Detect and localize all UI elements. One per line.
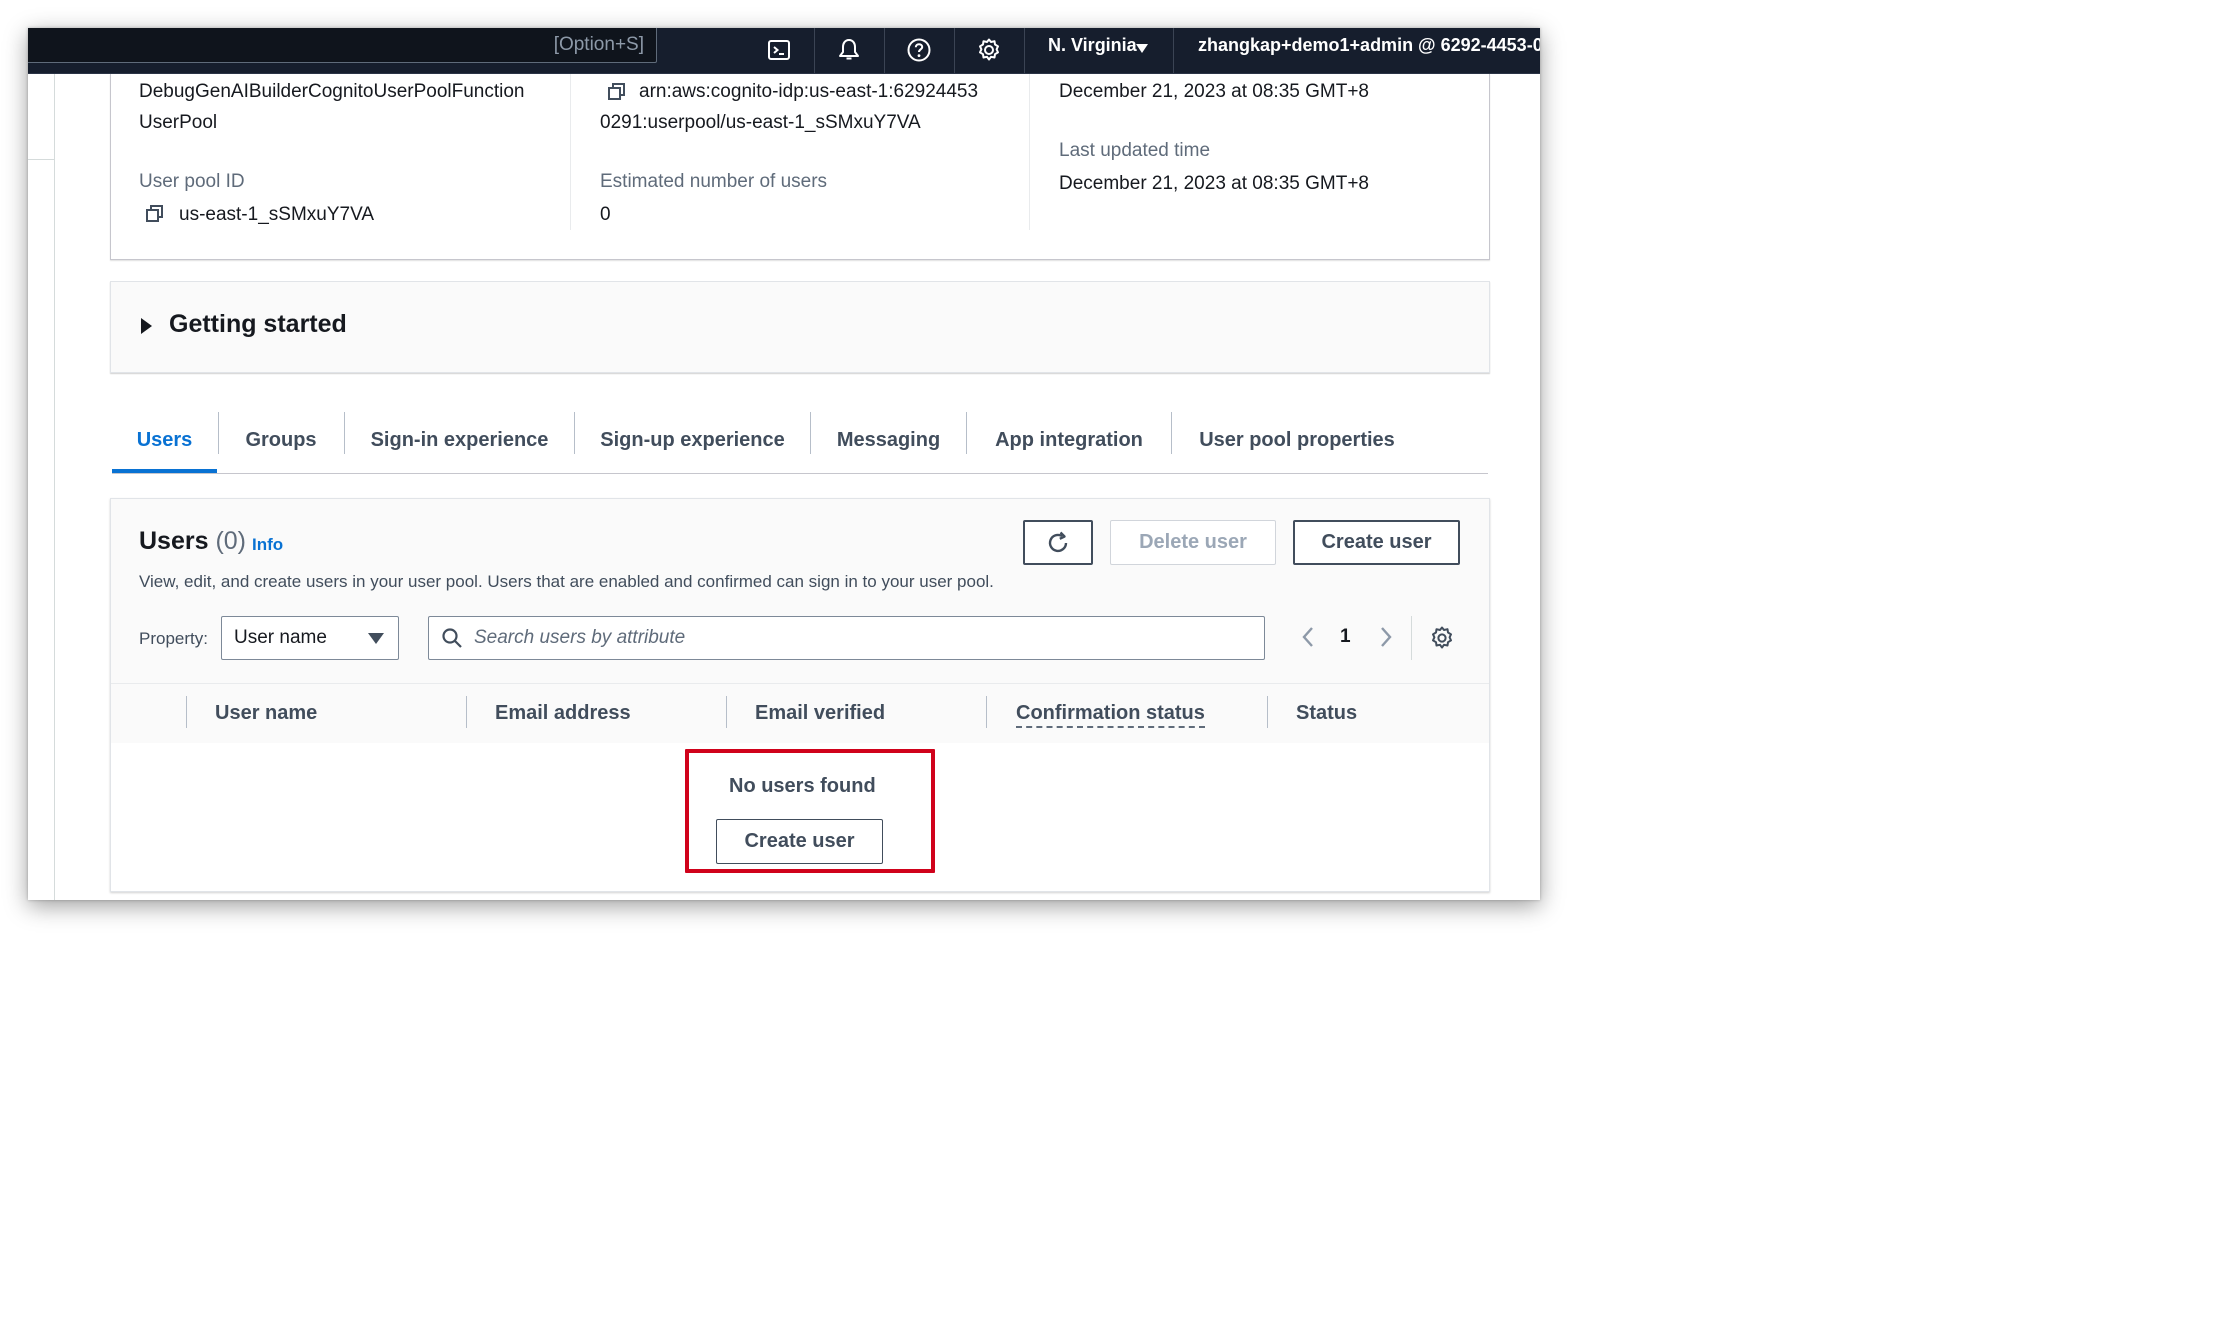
- copy-pool-id-button[interactable]: [145, 204, 165, 224]
- user-pool-id-value: us-east-1_sSMxuY7VA: [179, 204, 375, 225]
- search-placeholder: Search users by attribute: [474, 627, 686, 648]
- settings-gear-icon: [1432, 626, 1452, 649]
- tab-groups[interactable]: Groups: [219, 408, 343, 472]
- column-status[interactable]: Status: [1296, 702, 1357, 725]
- column-email-address[interactable]: Email address: [495, 702, 631, 725]
- users-description: View, edit, and create users in your use…: [139, 572, 994, 591]
- delete-user-button[interactable]: Delete user: [1110, 520, 1276, 565]
- console-window: [Option+S] N. Virginia zhangkap+demo1+ad…: [28, 28, 1540, 900]
- info-link[interactable]: Info: [252, 535, 283, 555]
- side-navigation-edge: [54, 74, 55, 900]
- last-updated-label: Last updated time: [1059, 140, 1211, 161]
- estimated-users-label: Estimated number of users: [600, 171, 828, 192]
- users-count: (0): [215, 527, 247, 555]
- caret-down-icon: [1136, 44, 1148, 53]
- help-icon[interactable]: [903, 34, 935, 66]
- property-select[interactable]: User name: [221, 616, 399, 660]
- tab-users[interactable]: Users: [112, 408, 217, 473]
- tab-sign-up-experience[interactable]: Sign-up experience: [575, 408, 810, 472]
- users-table-header: User name Email address Email verified C…: [111, 683, 1489, 744]
- caret-right-icon: [141, 318, 152, 334]
- estimated-users-value: 0: [600, 204, 611, 225]
- side-navigation-divider: [28, 159, 54, 160]
- search-icon: [442, 628, 462, 648]
- region-name: N. Virginia: [1048, 35, 1137, 55]
- column-confirmation-status[interactable]: Confirmation status: [1016, 702, 1205, 728]
- last-updated-value: December 21, 2023 at 08:35 GMT+8: [1059, 173, 1369, 194]
- property-label: Property:: [139, 629, 208, 648]
- property-select-value: User name: [234, 627, 327, 648]
- next-page-button[interactable]: [1375, 624, 1397, 650]
- refresh-icon: [1048, 531, 1068, 552]
- tab-user-pool-properties[interactable]: User pool properties: [1172, 408, 1422, 472]
- users-heading: Users (0): [139, 527, 247, 555]
- created-time-value: December 21, 2023 at 08:35 GMT+8: [1059, 81, 1369, 102]
- settings-gear-icon[interactable]: [973, 34, 1005, 66]
- getting-started-expander[interactable]: Getting started: [110, 281, 1490, 373]
- search-users-input[interactable]: Search users by attribute: [428, 616, 1265, 660]
- user-pool-id-label: User pool ID: [139, 171, 245, 192]
- users-container: Users (0) Info View, edit, and create us…: [110, 498, 1490, 892]
- global-search-bar[interactable]: [Option+S]: [28, 28, 657, 63]
- user-pool-arn: arn:aws:cognito-idp:us-east-1:62924453 0…: [600, 81, 979, 133]
- current-page-number[interactable]: 1: [1340, 626, 1351, 648]
- highlight-annotation: [685, 749, 935, 873]
- cloudshell-icon[interactable]: [763, 34, 795, 66]
- create-user-button[interactable]: Create user: [1293, 520, 1460, 565]
- user-pool-overview-card: DebugGenAIBuilderCognitoUserPoolFunction…: [110, 74, 1490, 260]
- previous-page-button[interactable]: [1297, 624, 1319, 650]
- column-user-name[interactable]: User name: [215, 702, 317, 725]
- user-pool-tabs: Users Groups Sign-in experience Sign-up …: [112, 408, 1488, 474]
- chevron-right-icon: [1381, 627, 1392, 647]
- tab-messaging[interactable]: Messaging: [811, 408, 966, 472]
- account-menu[interactable]: zhangkap+demo1+admin @ 6292-4453-029: [1198, 35, 1540, 56]
- caret-down-icon: [368, 633, 384, 644]
- column-email-verified[interactable]: Email verified: [755, 702, 885, 725]
- user-pool-name: DebugGenAIBuilderCognitoUserPoolFunction…: [139, 81, 525, 133]
- refresh-button[interactable]: [1023, 520, 1093, 565]
- search-shortcut-hint: [Option+S]: [553, 34, 644, 55]
- chevron-left-icon: [1302, 627, 1313, 647]
- table-preferences-button[interactable]: [1429, 625, 1455, 651]
- tab-app-integration[interactable]: App integration: [967, 408, 1171, 472]
- copy-icon: [146, 205, 163, 222]
- region-selector[interactable]: N. Virginia: [1048, 28, 1158, 73]
- getting-started-title: Getting started: [169, 310, 347, 338]
- top-navigation-bar: [Option+S] N. Virginia zhangkap+demo1+ad…: [28, 28, 1540, 74]
- tab-sign-in-experience[interactable]: Sign-in experience: [345, 408, 574, 472]
- notifications-bell-icon[interactable]: [833, 34, 865, 66]
